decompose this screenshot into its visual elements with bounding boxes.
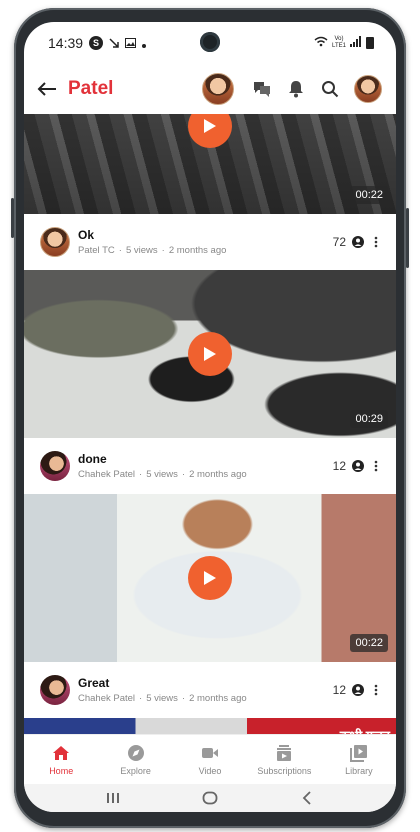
nav-label: Home <box>49 765 74 776</box>
status-bar: 14:39 S Vo) LTE1 <box>24 22 396 64</box>
more-options-icon[interactable] <box>370 683 382 697</box>
more-options-icon[interactable] <box>370 235 382 249</box>
gallery-icon <box>125 36 137 51</box>
nav-explore[interactable]: Explore <box>98 735 172 784</box>
person-icon <box>352 236 364 248</box>
nav-label: Library <box>345 765 373 776</box>
person-icon <box>352 460 364 472</box>
nav-label: Subscriptions <box>257 765 312 776</box>
video-card[interactable]: 00:29 done Chahek Patel · 5 views · 2 months… <box>24 270 396 494</box>
back-nav-icon[interactable] <box>297 788 317 808</box>
video-thumbnail[interactable]: 00:29 <box>24 270 396 438</box>
nav-home[interactable]: Home <box>24 735 98 784</box>
library-icon <box>349 744 368 762</box>
chat-icon[interactable] <box>252 79 272 99</box>
channel-name: Chahek Patel <box>78 469 136 480</box>
play-icon[interactable] <box>188 556 232 600</box>
nav-label: Explore <box>120 765 151 776</box>
compass-icon <box>127 744 145 762</box>
video-meta: Ok Patel TC · 5 views · 2 months ago 72 <box>24 214 396 270</box>
notification-dot-icon <box>142 36 147 51</box>
nav-video[interactable]: Video <box>173 735 247 784</box>
video-card[interactable]: कभी गजन <box>24 718 396 734</box>
system-navigation-bar <box>24 784 396 812</box>
video-duration: 00:22 <box>350 634 388 652</box>
video-thumbnail[interactable]: 00:22 <box>24 114 396 214</box>
video-duration: 00:22 <box>350 186 388 204</box>
recent-apps-icon[interactable] <box>103 788 123 808</box>
reaction-count: 72 <box>332 235 346 249</box>
uploader-avatar[interactable] <box>40 675 70 705</box>
upload-age: 2 months ago <box>168 245 227 256</box>
battery-icon <box>366 37 374 49</box>
video-title[interactable]: Ok <box>78 228 333 242</box>
video-meta: done Chahek Patel · 5 views · 2 months ago 1… <box>24 438 396 494</box>
nav-subscriptions[interactable]: Subscriptions <box>247 735 321 784</box>
channel-title: Patel <box>68 78 114 99</box>
power-button <box>406 208 409 268</box>
subscriptions-icon <box>275 744 293 762</box>
thumbnail-overlay-text: कभी गजन <box>340 726 390 734</box>
video-feed: 00:22 Ok Patel TC · 5 views · 2 months ago 7… <box>24 114 396 734</box>
upload-age: 2 months ago <box>189 469 247 480</box>
front-camera <box>200 32 220 52</box>
uploader-avatar[interactable] <box>40 227 70 257</box>
nav-label: Video <box>198 765 222 776</box>
profile-avatar[interactable] <box>354 75 382 103</box>
nav-library[interactable]: Library <box>322 735 396 784</box>
status-time: 14:39 <box>48 35 84 51</box>
video-title[interactable]: done <box>78 452 333 466</box>
back-arrow-icon[interactable] <box>36 78 58 100</box>
video-camera-icon <box>201 744 219 762</box>
view-count: 5 views <box>146 693 178 704</box>
bell-icon[interactable] <box>286 79 306 99</box>
play-icon[interactable] <box>188 332 232 376</box>
app-notification-icon: S <box>89 36 104 50</box>
person-icon <box>352 684 364 696</box>
channel-avatar[interactable] <box>202 73 234 105</box>
video-card[interactable]: 00:22 Great Chahek Patel · 5 views · 2 month… <box>24 494 396 718</box>
more-options-icon[interactable] <box>370 459 382 473</box>
wifi-icon <box>314 36 328 50</box>
video-duration: 00:29 <box>350 410 388 428</box>
view-count: 5 views <box>125 245 158 256</box>
home-button-icon[interactable] <box>200 788 220 808</box>
uploader-avatar[interactable] <box>40 451 70 481</box>
volume-button <box>11 198 14 238</box>
home-icon <box>52 744 70 762</box>
app-screen: 14:39 S Vo) LTE1 Patel 00:22 Ok Patel TC… <box>24 22 396 812</box>
video-title[interactable]: Great <box>78 676 333 690</box>
app-header: Patel <box>24 64 396 114</box>
play-icon[interactable] <box>188 114 232 148</box>
video-thumbnail[interactable]: कभी गजन <box>24 718 396 734</box>
reaction-count: 12 <box>332 683 346 697</box>
signal-icon <box>350 36 362 50</box>
view-count: 5 views <box>146 469 178 480</box>
network-label: Vo) LTE1 <box>332 36 346 49</box>
channel-name: Chahek Patel <box>78 693 136 704</box>
video-thumbnail[interactable]: 00:22 <box>24 494 396 662</box>
missed-call-icon <box>109 36 119 51</box>
video-meta: Great Chahek Patel · 5 views · 2 months ago … <box>24 662 396 718</box>
channel-name: Patel TC <box>78 245 115 256</box>
bottom-navigation: Home Explore Video Subscriptions Library <box>24 734 396 784</box>
upload-age: 2 months ago <box>189 693 247 704</box>
search-icon[interactable] <box>320 79 340 99</box>
video-card[interactable]: 00:22 Ok Patel TC · 5 views · 2 months ago 7… <box>24 114 396 270</box>
reaction-count: 12 <box>332 459 346 473</box>
